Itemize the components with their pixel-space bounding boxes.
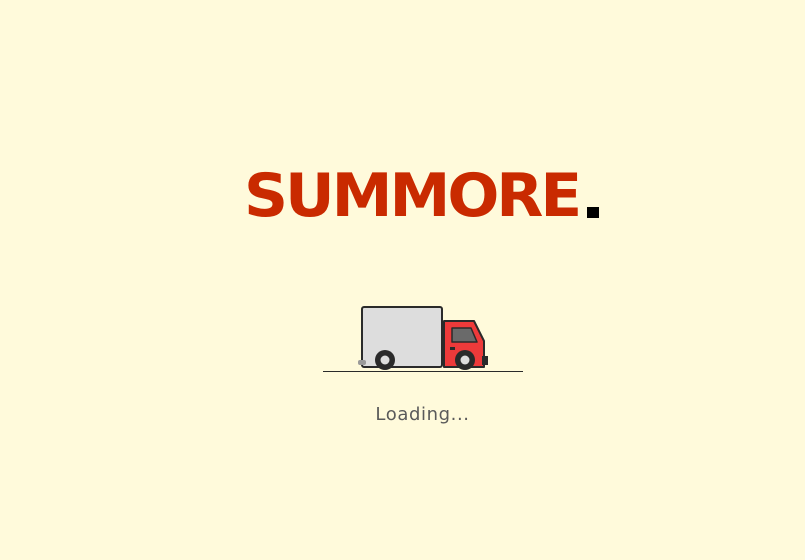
truck-rear-hub xyxy=(380,355,390,365)
brand-logo-text: SUMMORE xyxy=(244,161,582,231)
brand-logo-dot xyxy=(587,207,599,218)
delivery-truck-icon xyxy=(323,306,523,372)
truck-front-bumper xyxy=(482,356,488,365)
brand-logo: SUMMORE xyxy=(244,166,599,226)
truck-cargo-box xyxy=(361,306,443,368)
truck-door-handle xyxy=(450,347,455,350)
loading-status-text: Loading... xyxy=(375,404,470,425)
truck-bumper xyxy=(358,360,366,365)
loading-screen: SUMMORE Loading... xyxy=(0,0,805,560)
truck-front-hub xyxy=(460,355,470,365)
